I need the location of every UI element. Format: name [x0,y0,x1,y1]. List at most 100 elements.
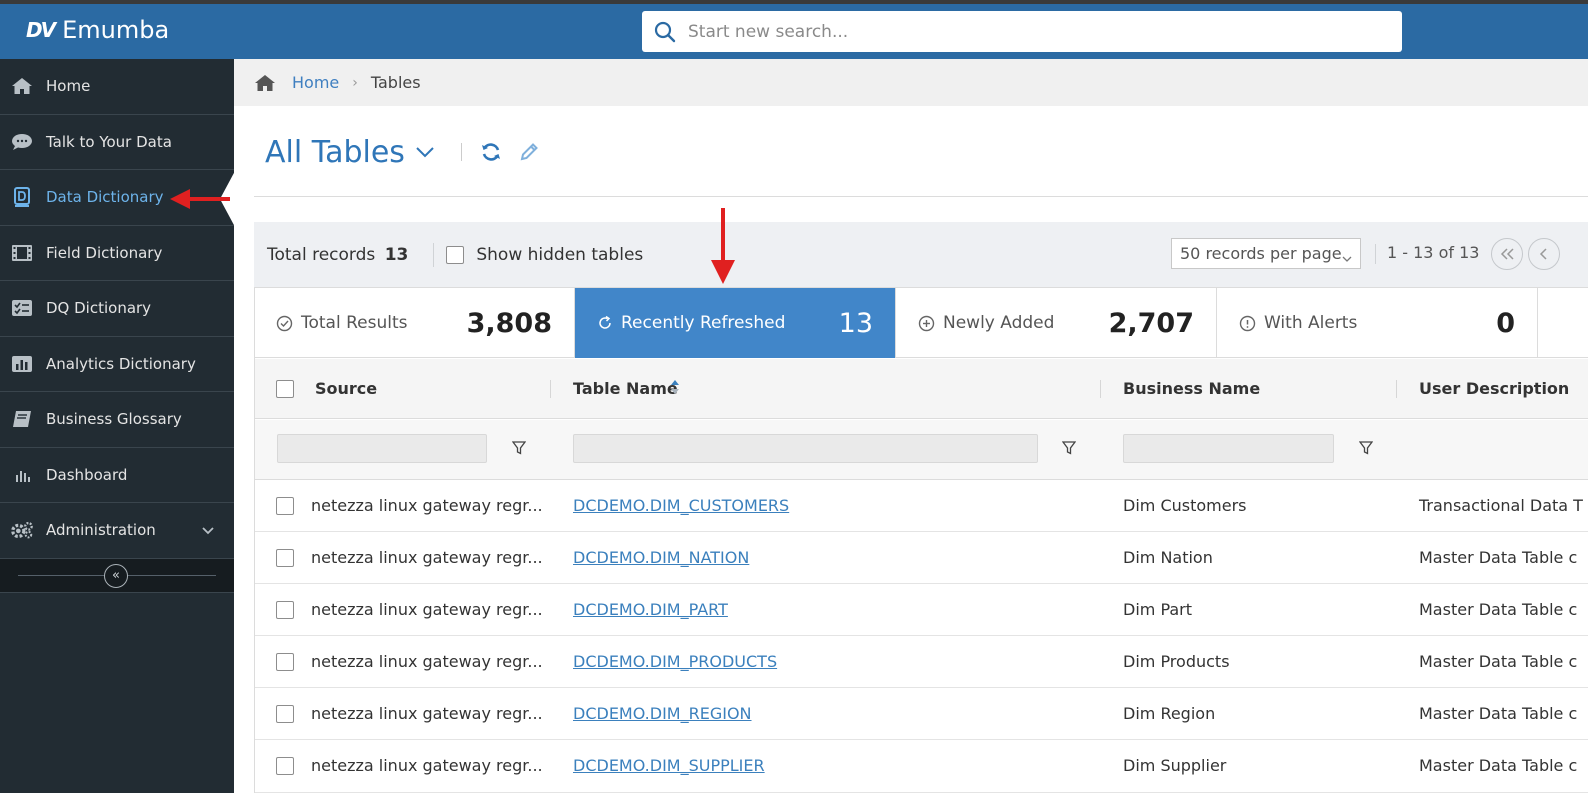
sidebar-item-label: Business Glossary [46,410,182,429]
page-title[interactable]: All Tables [265,135,405,170]
stat-tab-recently-refreshed[interactable]: Recently Refreshed 13 [575,288,896,358]
table-row[interactable]: netezza linux gateway regr... DCDEMO.DIM… [254,740,1588,793]
filter-icon[interactable] [1358,440,1374,459]
table-row[interactable]: netezza linux gateway regr... DCDEMO.DIM… [254,688,1588,740]
sidebar-item-home[interactable]: Home [0,59,234,115]
show-hidden-checkbox[interactable] [446,245,465,264]
user-description-cell: Master Data Table c [1419,600,1578,619]
table-name-filter-input[interactable] [573,434,1038,463]
table-row[interactable]: netezza linux gateway regr... DCDEMO.DIM… [254,480,1588,532]
column-header-source[interactable]: Source [315,379,377,398]
breadcrumb-home-link[interactable]: Home [292,73,339,92]
row-checkbox[interactable] [276,757,294,775]
source-filter-input[interactable] [277,434,487,463]
stat-label: Recently Refreshed [621,313,786,333]
business-name-filter-input[interactable] [1123,434,1334,463]
sort-icon[interactable] [670,379,680,399]
row-checkbox[interactable] [276,653,294,671]
sidebar-item-administration[interactable]: Administration [0,503,234,559]
chevron-left-icon [1539,248,1547,260]
business-name-cell: Dim Region [1123,704,1216,723]
table-row[interactable]: netezza linux gateway regr... DCDEMO.DIM… [254,636,1588,688]
table-name-link[interactable]: DCDEMO.DIM_NATION [573,548,749,567]
source-cell: netezza linux gateway regr... [311,496,543,515]
page-range: 1 - 13 of 13 [1387,243,1480,262]
show-hidden-label[interactable]: Show hidden tables [476,245,643,265]
table-name-link[interactable]: DCDEMO.DIM_SUPPLIER [573,756,765,775]
sidebar-item-business-glossary[interactable]: Business Glossary [0,392,234,448]
column-header-user-description[interactable]: User Description [1419,379,1569,398]
table-name-link[interactable]: DCDEMO.DIM_CUSTOMERS [573,496,789,515]
previous-page-button[interactable] [1528,238,1560,270]
stat-label: Newly Added [943,313,1055,333]
column-resizer[interactable] [1100,380,1101,398]
stat-tab-with-alerts[interactable]: With Alerts 0 [1217,288,1538,358]
select-all-checkbox[interactable] [276,380,294,398]
plus-circle-icon [918,315,935,332]
table-name-link[interactable]: DCDEMO.DIM_REGION [573,704,752,723]
search-input[interactable] [688,21,1368,42]
source-cell: netezza linux gateway regr... [311,704,543,723]
table-header: Source Table Name Business Name User Des… [254,359,1588,419]
row-checkbox[interactable] [276,549,294,567]
refresh-button[interactable] [480,141,502,163]
collapse-sidebar-button[interactable]: « [104,563,128,588]
table-row[interactable]: netezza linux gateway regr... DCDEMO.DIM… [254,584,1588,636]
check-circle-icon [276,315,293,332]
table-name-link[interactable]: DCDEMO.DIM_PRODUCTS [573,652,777,671]
dashboard-icon [10,465,34,485]
column-header-business-name[interactable]: Business Name [1123,379,1260,398]
row-checkbox[interactable] [276,497,294,515]
table-left-border [254,287,255,793]
checklist-icon [10,298,34,318]
chevron-down-icon[interactable] [415,143,435,162]
edit-button[interactable] [518,141,540,163]
filter-icon[interactable] [511,440,527,459]
business-name-cell: Dim Nation [1123,548,1213,567]
source-cell: netezza linux gateway regr... [311,756,543,775]
records-per-page-value: 50 records per page [1180,244,1342,263]
stat-tab-newly-added[interactable]: Newly Added 2,707 [896,288,1217,358]
filter-icon[interactable] [1061,440,1077,459]
stat-tab-total-results[interactable]: Total Results 3,808 [254,288,575,358]
sidebar-item-label: Field Dictionary [46,243,163,262]
sidebar-item-label: Administration [46,521,156,540]
film-grid-icon [10,243,34,263]
pager-divider [1375,244,1376,264]
brand-name: Emumba [62,16,170,44]
sidebar-item-field-dictionary[interactable]: Field Dictionary [0,226,234,281]
breadcrumb: Home › Tables [234,59,1588,106]
header-divider [254,196,1588,197]
sidebar-item-analytics-dictionary[interactable]: Analytics Dictionary [0,337,234,392]
column-resizer[interactable] [1396,380,1397,398]
page-header: All Tables [265,130,556,174]
row-checkbox[interactable] [276,705,294,723]
records-per-page-select[interactable]: 50 records per page [1171,238,1361,269]
sidebar-item-dq-dictionary[interactable]: DQ Dictionary [0,281,234,337]
annotation-arrow-down-icon [711,208,735,284]
table-row[interactable]: netezza linux gateway regr... DCDEMO.DIM… [254,532,1588,584]
book-icon [10,409,34,429]
global-search[interactable] [642,11,1402,52]
home-icon[interactable] [254,74,276,92]
column-header-table-name[interactable]: Table Name [573,379,678,398]
sidebar-item-label: DQ Dictionary [46,299,152,318]
sidebar-item-talk-to-your-data[interactable]: Talk to Your Data [0,115,234,170]
brand-logo[interactable]: DV Emumba [26,14,169,46]
row-checkbox[interactable] [276,601,294,619]
sidebar-item-dashboard[interactable]: Dashboard [0,448,234,503]
top-bar: DV Emumba [0,0,1588,59]
column-resizer[interactable] [550,380,551,398]
business-name-cell: Dim Products [1123,652,1230,671]
chevron-down-icon[interactable] [202,521,214,539]
first-page-button[interactable] [1491,238,1523,270]
source-cell: netezza linux gateway regr... [311,548,543,567]
dictionary-icon [10,187,34,208]
chat-icon [10,132,34,152]
sidebar: Home Talk to Your Data Data Dictionary F… [0,59,234,793]
user-description-cell: Master Data Table c [1419,652,1578,671]
business-name-cell: Dim Supplier [1123,756,1227,775]
table-name-link[interactable]: DCDEMO.DIM_PART [573,600,728,619]
source-cell: netezza linux gateway regr... [311,600,543,619]
user-description-cell: Master Data Table c [1419,548,1578,567]
